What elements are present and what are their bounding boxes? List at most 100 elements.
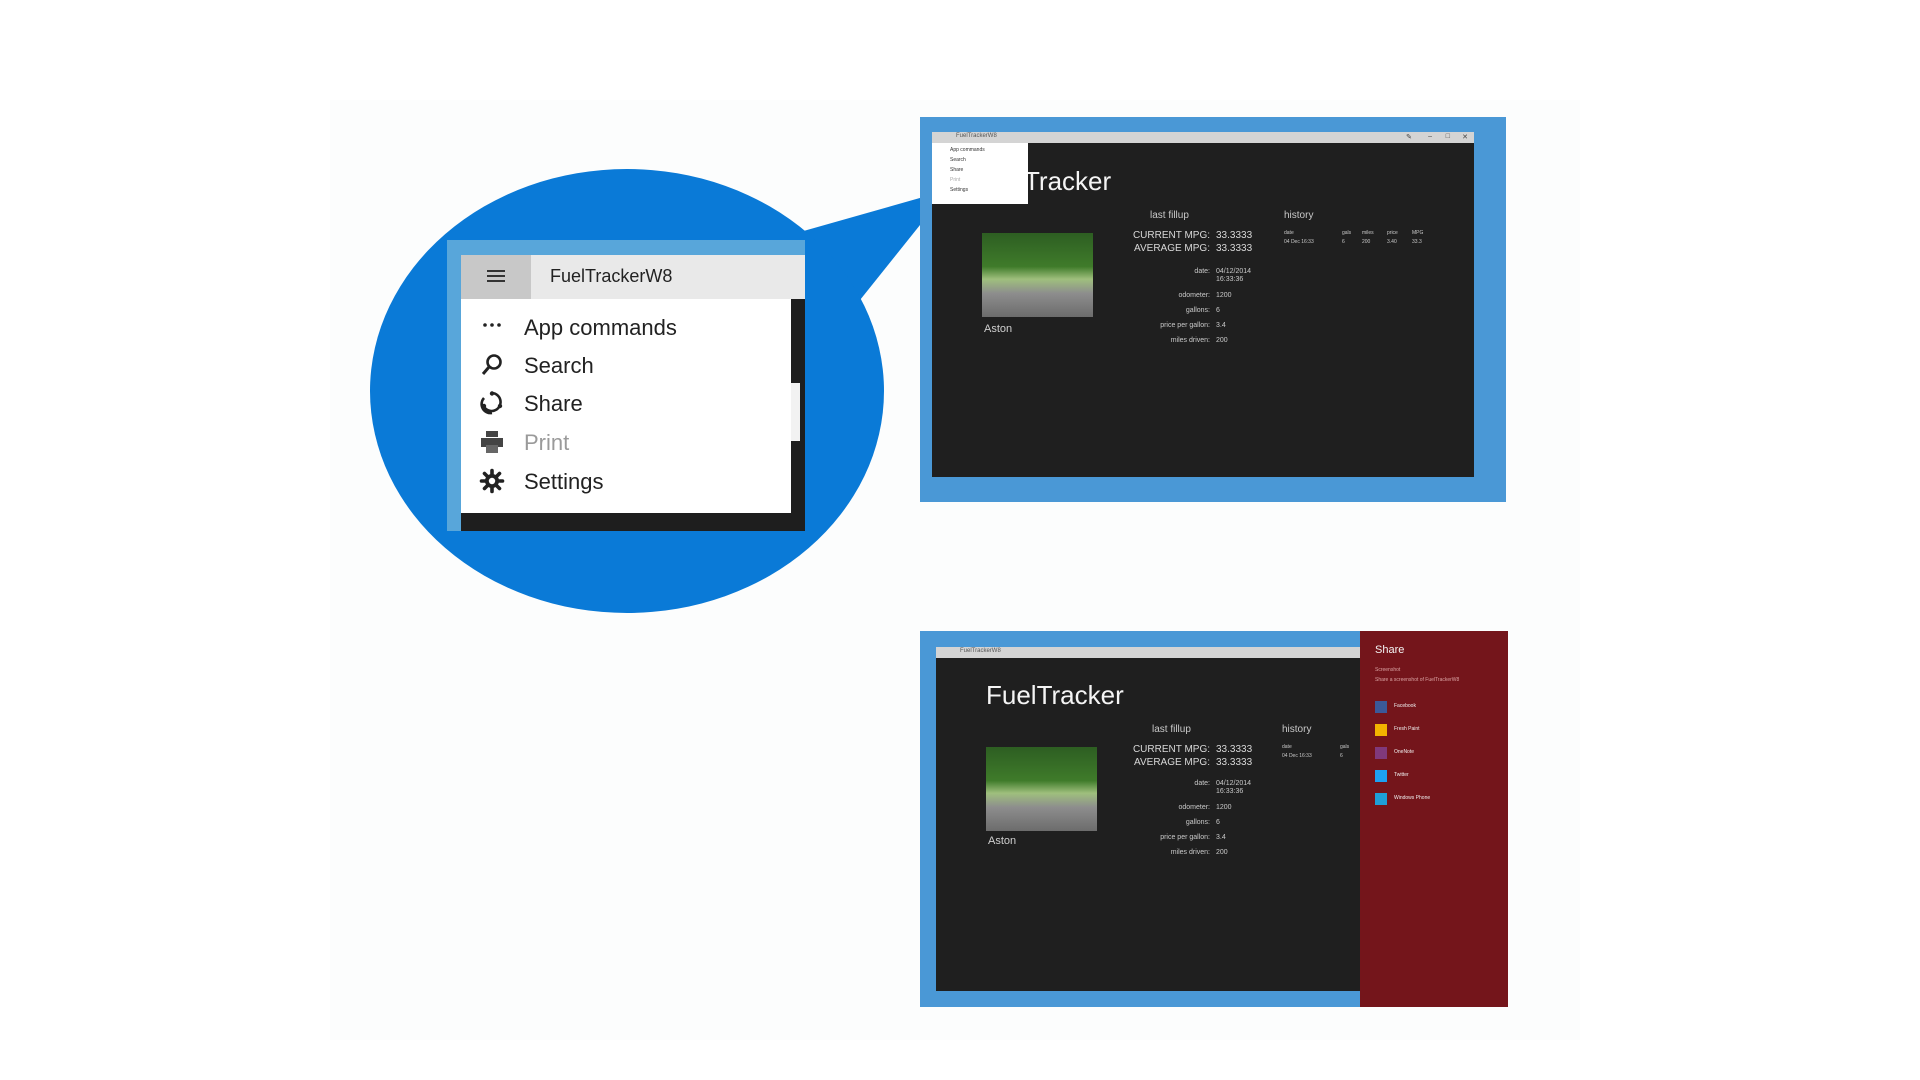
- share-target-twitter[interactable]: Twitter: [1375, 770, 1505, 784]
- menu-item-share[interactable]: Share: [950, 167, 963, 173]
- history-col-header: miles: [1362, 230, 1374, 236]
- menu-item-settings[interactable]: Settings: [950, 187, 968, 193]
- field-value: 1200: [1216, 292, 1232, 299]
- share-heading: Share: [1375, 644, 1405, 656]
- field-label: miles driven:: [1170, 849, 1210, 856]
- menu-item-label: Print: [524, 430, 570, 455]
- share-target-label: OneNote: [1394, 749, 1415, 755]
- hamburger-button[interactable]: [461, 255, 531, 299]
- field-label: gallons:: [1185, 307, 1210, 314]
- car-photo: [986, 747, 1097, 831]
- menu-item-label: Settings: [524, 469, 604, 494]
- share-target-label: Windows Phone: [1394, 795, 1431, 801]
- history-col-header: date: [1284, 230, 1294, 236]
- share-description: Share a screenshot of FuelTrackerW8: [1375, 677, 1460, 683]
- menu-item-app-commands[interactable]: App commands: [950, 147, 985, 153]
- average-mpg-label: AVERAGE MPG:: [1134, 243, 1210, 254]
- history-cell: 04 Dec 16:33: [1284, 239, 1314, 245]
- current-mpg-label: CURRENT MPG:: [1132, 230, 1210, 241]
- scrollbar-thumb[interactable]: [791, 383, 800, 441]
- screenshot-share-open: FuelTrackerW8 FuelTracker Aston last fil…: [920, 631, 1360, 1007]
- history-cell: 6: [1340, 753, 1343, 759]
- field-value: 6: [1216, 819, 1220, 826]
- menu-item-print: Print: [461, 423, 791, 461]
- current-mpg-value: 33.3333: [1216, 744, 1253, 755]
- car-name: Aston: [988, 835, 1017, 847]
- field-value: 3.4: [1216, 322, 1226, 329]
- share-target-facebook[interactable]: Facebook: [1375, 701, 1505, 715]
- average-mpg-value: 33.3333: [1216, 757, 1253, 768]
- share-target-label: Twitter: [1394, 772, 1409, 778]
- app-title: FuelTracker: [986, 680, 1124, 710]
- field-label: miles driven:: [1170, 337, 1210, 344]
- zoomed-titlebar: FuelTrackerW8: [461, 255, 805, 299]
- zoomed-window-content: FuelTrackerW8 App commands Search Share …: [461, 255, 805, 531]
- share-target-fresh-paint[interactable]: Fresh Paint: [1375, 724, 1505, 738]
- menu-item-search[interactable]: Search: [461, 346, 791, 384]
- facebook-icon: [1375, 701, 1387, 713]
- history-col-header: gals: [1340, 744, 1350, 750]
- screenshot-menu-open: FuelTrackerW8 ✎ – □ ✕ Tracker Aston last…: [920, 117, 1506, 502]
- fresh-paint-icon: [1375, 724, 1387, 736]
- more-dots-icon: [483, 323, 501, 327]
- menu-item-label: Search: [524, 353, 594, 378]
- window-titlebar: FuelTrackerW8: [936, 647, 1360, 658]
- gear-icon: [479, 468, 505, 494]
- average-mpg-value: 33.3333: [1216, 243, 1253, 254]
- field-value-time: 16:33:36: [1216, 276, 1244, 283]
- share-icon: [480, 391, 503, 415]
- history-cell: 6: [1342, 239, 1345, 245]
- last-fillup-heading: last fillup: [1152, 724, 1191, 735]
- menu-item-print: Print: [950, 177, 961, 183]
- onenote-icon: [1375, 747, 1387, 759]
- field-value: 1200: [1216, 804, 1232, 811]
- app-window: FuelTrackerW8 ✎ – □ ✕ Tracker Aston last…: [932, 132, 1474, 477]
- history-col-header: gals: [1342, 230, 1352, 236]
- last-fillup-heading: last fillup: [1150, 210, 1189, 221]
- field-value: 04/12/2014: [1216, 780, 1252, 787]
- system-menu: App commands Search Share Print Settings: [461, 299, 791, 513]
- current-mpg-label: CURRENT MPG:: [1132, 744, 1210, 755]
- history-col-header: MPG: [1412, 230, 1424, 236]
- menu-item-settings[interactable]: Settings: [461, 462, 791, 500]
- history-cell: 200: [1362, 239, 1371, 245]
- share-target-label: Fresh Paint: [1394, 726, 1420, 732]
- menu-item-app-commands[interactable]: App commands: [461, 308, 791, 346]
- maximize-button[interactable]: □: [1446, 133, 1450, 140]
- app-window: FuelTrackerW8 FuelTracker Aston last fil…: [936, 647, 1360, 991]
- field-value-time: 16:33:36: [1216, 788, 1244, 795]
- history-cell: 33.3: [1412, 239, 1422, 245]
- share-target-onenote[interactable]: OneNote: [1375, 747, 1505, 761]
- share-pane: Share Screenshot Share a screenshot of F…: [1360, 631, 1508, 1007]
- window-title: FuelTrackerW8: [956, 133, 997, 139]
- field-value: 04/12/2014: [1216, 268, 1252, 275]
- app-title: Tracker: [1024, 166, 1112, 196]
- window-title: FuelTrackerW8: [550, 266, 673, 286]
- history-col-header: date: [1282, 744, 1292, 750]
- average-mpg-label: AVERAGE MPG:: [1134, 757, 1210, 768]
- minimize-button[interactable]: –: [1428, 133, 1432, 140]
- history-cell: 3.40: [1387, 239, 1397, 245]
- share-target-label: Facebook: [1394, 703, 1416, 709]
- menu-item-share[interactable]: Share: [461, 384, 791, 422]
- windows-phone-icon: [1375, 793, 1387, 805]
- history-heading: history: [1282, 724, 1312, 735]
- search-icon: [481, 354, 502, 375]
- hamburger-icon: [487, 270, 505, 282]
- field-label: date:: [1194, 780, 1210, 787]
- print-icon: [481, 431, 503, 453]
- pen-icon[interactable]: ✎: [1406, 133, 1412, 141]
- field-label: date:: [1194, 268, 1210, 275]
- field-value: 6: [1216, 307, 1220, 314]
- history-cell: 04 Dec 16:33: [1282, 753, 1312, 759]
- field-value: 200: [1216, 849, 1228, 856]
- close-button[interactable]: ✕: [1462, 133, 1468, 141]
- car-name: Aston: [984, 323, 1013, 335]
- window-title: FuelTrackerW8: [960, 648, 1001, 654]
- system-menu-small: App commands Search Share Print Settings: [932, 143, 1028, 204]
- share-target-windows-phone[interactable]: Windows Phone: [1375, 793, 1505, 807]
- field-label: odometer:: [1178, 292, 1210, 299]
- twitter-icon: [1375, 770, 1387, 782]
- car-photo: [982, 233, 1093, 317]
- menu-item-search[interactable]: Search: [950, 157, 966, 163]
